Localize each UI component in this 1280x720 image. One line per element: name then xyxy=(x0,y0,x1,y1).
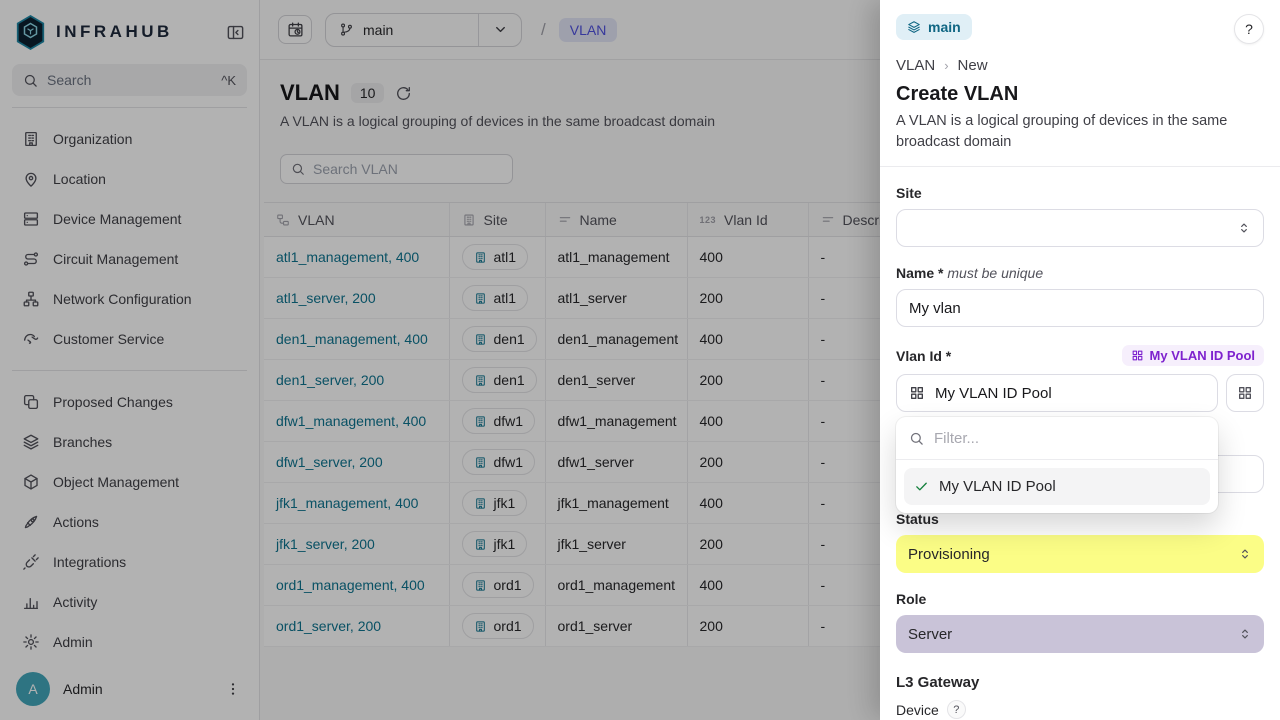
vlan-id-field: Vlan Id * My VLAN ID Pool My VLAN ID Poo… xyxy=(896,345,1264,412)
pool-option-selected[interactable]: My VLAN ID Pool xyxy=(904,468,1210,505)
role-select[interactable]: Server xyxy=(896,615,1264,653)
pool-dropdown-options: My VLAN ID Pool xyxy=(896,460,1218,513)
check-icon xyxy=(914,479,929,494)
grid-pool-icon xyxy=(1131,349,1144,362)
grid-pool-icon xyxy=(1237,385,1253,401)
vlan-id-pool-value: My VLAN ID Pool xyxy=(935,385,1052,402)
l3-gateway-heading: L3 Gateway xyxy=(896,674,1264,691)
name-input[interactable] xyxy=(896,289,1264,327)
required-marker: * xyxy=(946,348,951,364)
chevrons-up-down-icon xyxy=(1238,547,1252,561)
chevrons-up-down-icon xyxy=(1237,221,1251,235)
status-label: Status xyxy=(896,511,1264,527)
grid-pool-icon xyxy=(909,385,925,401)
pool-badge[interactable]: My VLAN ID Pool xyxy=(1122,345,1264,366)
drawer-description: A VLAN is a logical grouping of devices … xyxy=(896,111,1264,152)
search-icon xyxy=(909,431,924,446)
drawer-breadcrumb: VLAN › New xyxy=(896,57,1264,74)
vlan-id-label: Vlan Id * xyxy=(896,348,951,364)
drawer-title: Create VLAN xyxy=(896,83,1264,106)
name-label: Name * must be unique xyxy=(896,265,1264,281)
drawer-divider xyxy=(880,166,1280,167)
status-field: Status Provisioning xyxy=(896,511,1264,573)
pool-filter-input[interactable] xyxy=(934,430,1205,447)
chevron-right-icon: › xyxy=(944,58,948,73)
layers-icon xyxy=(907,20,921,34)
role-field: Role Server xyxy=(896,591,1264,653)
site-select[interactable] xyxy=(896,209,1264,247)
branch-badge: main xyxy=(896,14,972,40)
device-label: Device xyxy=(896,702,939,718)
create-vlan-drawer: main ? VLAN › New Create VLAN A VLAN is … xyxy=(880,0,1280,720)
branch-badge-label: main xyxy=(928,19,961,35)
required-marker: * xyxy=(938,265,943,281)
name-field: Name * must be unique xyxy=(896,265,1264,327)
pool-dropdown-filter xyxy=(896,417,1218,460)
chevrons-up-down-icon xyxy=(1238,627,1252,641)
device-label-row: Device ? xyxy=(896,700,1264,719)
pool-picker-button[interactable] xyxy=(1226,374,1264,412)
name-hint: must be unique xyxy=(947,265,1043,281)
vlan-id-combo-row: My VLAN ID Pool My VLAN ID Pool xyxy=(896,374,1264,412)
help-button[interactable]: ? xyxy=(1234,14,1264,44)
status-value: Provisioning xyxy=(908,546,990,563)
status-select[interactable]: Provisioning xyxy=(896,535,1264,573)
breadcrumb-parent[interactable]: VLAN xyxy=(896,57,935,74)
breadcrumb-current: New xyxy=(958,57,988,74)
site-label: Site xyxy=(896,185,1264,201)
role-value: Server xyxy=(908,626,952,643)
pool-dropdown: My VLAN ID Pool xyxy=(896,417,1218,513)
drawer-header: main ? xyxy=(896,14,1264,44)
device-help-icon[interactable]: ? xyxy=(947,700,966,719)
site-field: Site xyxy=(896,185,1264,247)
role-label: Role xyxy=(896,591,1264,607)
vlan-id-pool-select[interactable]: My VLAN ID Pool xyxy=(896,374,1218,412)
